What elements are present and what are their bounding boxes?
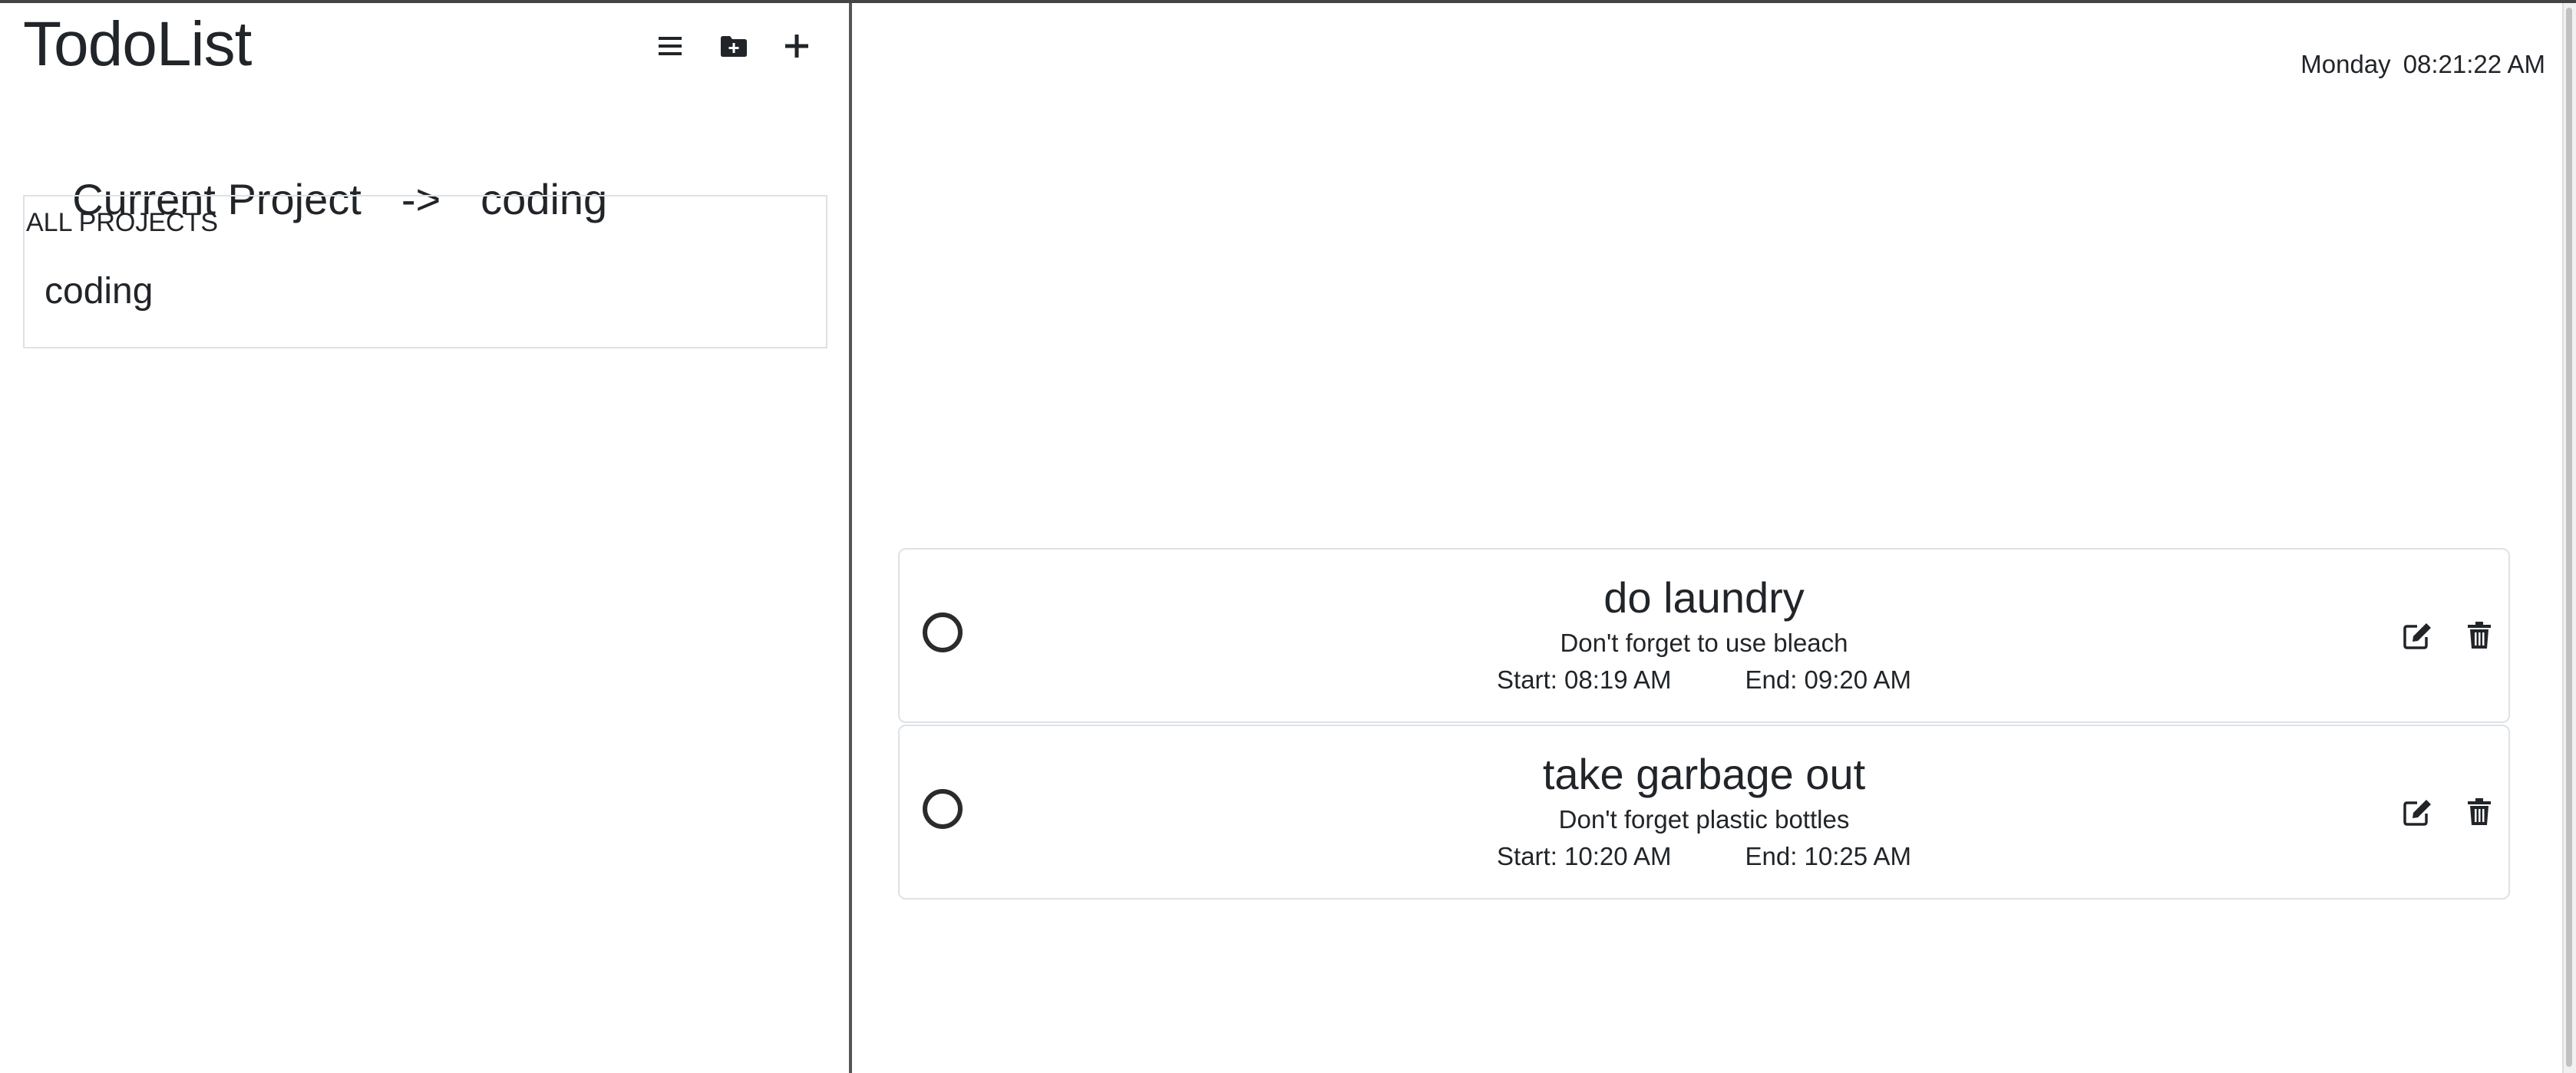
task-card: take garbage out Don't forget plastic bo… xyxy=(898,725,2510,900)
project-item-coding[interactable]: coding xyxy=(45,269,153,315)
add-project-button[interactable] xyxy=(711,23,757,69)
menu-button[interactable] xyxy=(647,23,693,69)
task-description: Don't forget plastic bottles xyxy=(1558,805,1850,834)
clock-day: Monday xyxy=(2300,50,2391,78)
projects-panel: ALL PROJECTS coding xyxy=(23,195,827,348)
sidebar: TodoList Current Project -> coding ALL PRO… xyxy=(0,3,852,1073)
edit-task-button[interactable] xyxy=(2401,795,2435,829)
task-end-time: End: 09:20 AM xyxy=(1745,665,1911,694)
edit-task-button[interactable] xyxy=(2401,619,2435,652)
trash-icon xyxy=(2468,622,2491,649)
plus-icon xyxy=(785,35,808,58)
task-times: Start: 08:19 AM End: 09:20 AM xyxy=(900,665,2508,695)
task-times: Start: 10:20 AM End: 10:25 AM xyxy=(900,841,2508,872)
main-panel: Monday 08:21:22 AM do laundry Don't forge… xyxy=(852,3,2564,1073)
task-title: do laundry xyxy=(1603,573,1805,622)
task-start-time: Start: 08:19 AM xyxy=(1497,665,1672,694)
add-task-button[interactable] xyxy=(774,23,820,69)
scrollbar-thumb[interactable] xyxy=(2566,8,2572,1067)
folder-plus-icon xyxy=(721,36,747,57)
trash-icon xyxy=(2468,798,2491,825)
task-end-time: End: 10:25 AM xyxy=(1745,842,1911,870)
list-icon xyxy=(659,37,682,55)
vertical-scrollbar[interactable] xyxy=(2562,3,2576,1073)
delete-task-button[interactable] xyxy=(2462,619,2496,652)
app-title: TodoList xyxy=(23,9,252,79)
edit-icon xyxy=(2403,800,2431,826)
delete-task-button[interactable] xyxy=(2462,795,2496,829)
task-title: take garbage out xyxy=(1542,750,1866,798)
task-description: Don't forget to use bleach xyxy=(1560,629,1848,657)
edit-icon xyxy=(2403,623,2431,649)
task-start-time: Start: 10:20 AM xyxy=(1497,842,1672,870)
projects-header: ALL PROJECTS xyxy=(26,208,219,237)
clock-time: 08:21:22 AM xyxy=(2403,50,2545,78)
clock: Monday 08:21:22 AM xyxy=(2300,49,2545,80)
task-card: do laundry Don't forget to use bleach St… xyxy=(898,548,2510,723)
